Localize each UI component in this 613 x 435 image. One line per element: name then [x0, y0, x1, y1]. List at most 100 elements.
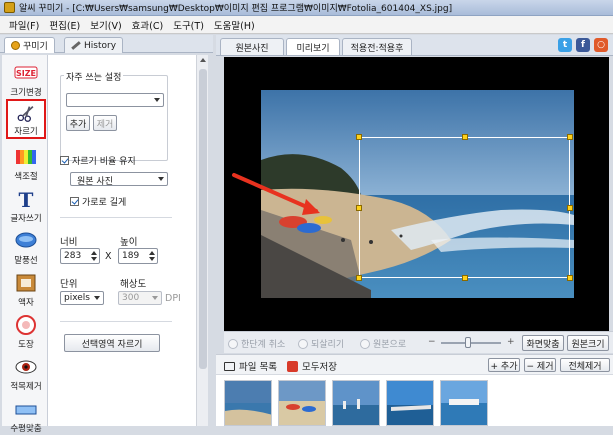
original-icon — [360, 338, 370, 349]
tab-history[interactable]: History — [64, 37, 124, 53]
presets-dropdown[interactable] — [66, 93, 164, 107]
menu-help[interactable]: 도움말(H) — [209, 18, 260, 32]
crop-handle-bottom-right[interactable] — [567, 275, 573, 281]
menu-edit[interactable]: 편집(E) — [44, 18, 85, 32]
tab-before-after[interactable]: 적용전:적용후 — [342, 38, 412, 55]
ratio-dropdown[interactable]: 원본 사진 — [70, 172, 168, 187]
tool-text[interactable]: T 글자쓰기 — [6, 185, 46, 225]
scroll-thumb[interactable] — [199, 69, 207, 369]
remove-all-button[interactable]: 전체제거 — [560, 358, 610, 372]
pencil-icon — [71, 41, 81, 50]
thumbnail-strip — [216, 375, 613, 426]
color-palette-icon — [16, 150, 36, 164]
twitter-icon[interactable]: t — [558, 38, 572, 52]
tool-redeye[interactable]: 적목제거 — [6, 353, 46, 393]
tool-crop[interactable]: 자르기 — [6, 99, 46, 139]
crop-handle-bottom-left[interactable] — [356, 275, 362, 281]
remove-preset-button[interactable]: 제거 — [93, 115, 117, 131]
tab-decorate[interactable]: 꾸미기 — [4, 37, 55, 53]
zoom-out-button[interactable]: − — [428, 337, 436, 347]
menu-view[interactable]: 보기(V) — [85, 18, 126, 32]
thumbnail-1[interactable] — [224, 380, 272, 426]
tool-color[interactable]: 색조절 — [6, 143, 46, 183]
landscape-label: 가로로 길게 — [82, 198, 127, 208]
divider — [60, 321, 172, 322]
left-tab-strip: 꾸미기 History — [0, 35, 213, 53]
scroll-up-icon[interactable] — [200, 58, 206, 62]
ring-icon[interactable]: ○ — [594, 38, 608, 52]
chevron-down-icon — [152, 296, 158, 300]
zoom-slider-track[interactable] — [441, 342, 501, 344]
add-preset-button[interactable]: 추가 — [66, 115, 90, 131]
tab-decorate-label: 꾸미기 — [23, 42, 48, 52]
spin-down-icon[interactable] — [91, 257, 97, 261]
file-list-bar: 파일 목록 모두저장 + 추가 − 제거 전체제거 — [216, 354, 613, 375]
original-size-button[interactable]: 원본크기 — [567, 335, 609, 351]
zoom-in-button[interactable]: + — [507, 337, 515, 347]
tool-balloon[interactable]: 말풍선 — [6, 227, 46, 267]
tool-redeye-label: 적목제거 — [10, 382, 42, 392]
crop-handle-left[interactable] — [356, 205, 362, 211]
file-list-label: 파일 목록 — [239, 362, 277, 373]
panel-scrollbar[interactable] — [196, 55, 208, 426]
height-stepper[interactable]: 189 — [118, 248, 158, 264]
thumbnail-2[interactable] — [278, 380, 326, 426]
crop-selection-button[interactable]: 선택영역 자르기 — [64, 334, 160, 352]
crop-handle-bottom[interactable] — [462, 275, 468, 281]
level-icon — [15, 405, 37, 415]
save-icon[interactable] — [286, 360, 298, 372]
svg-text:T: T — [19, 188, 34, 210]
speech-balloon-icon — [15, 232, 37, 248]
menu-file[interactable]: 파일(F) — [4, 18, 44, 32]
menu-effects[interactable]: 효과(C) — [127, 18, 169, 32]
file-list-title: 파일 목록 모두저장 — [224, 359, 337, 373]
tool-level[interactable]: 수평맞춤 — [6, 395, 46, 435]
landscape-checkbox[interactable]: 가로로 길게 — [70, 195, 126, 208]
remove-file-button[interactable]: − 제거 — [524, 358, 556, 372]
undo-button[interactable]: 한단계 취소 — [228, 337, 285, 350]
spin-up-icon[interactable] — [149, 251, 155, 255]
chevron-down-icon — [94, 296, 100, 300]
scissors-icon — [17, 105, 34, 122]
tool-text-label: 글자쓰기 — [10, 214, 42, 224]
times-sign: X — [105, 251, 112, 262]
zoom-slider-thumb[interactable] — [465, 337, 471, 348]
tool-stamp[interactable]: 도장 — [6, 311, 46, 351]
crop-handle-top-right[interactable] — [567, 134, 573, 140]
width-stepper[interactable]: 283 — [60, 248, 100, 264]
original-button[interactable]: 원본으로 — [360, 337, 406, 350]
width-value: 283 — [64, 251, 82, 261]
tool-crop-label: 자르기 — [14, 127, 38, 137]
crop-handle-right[interactable] — [567, 205, 573, 211]
redo-button[interactable]: 되살리기 — [298, 337, 344, 350]
add-file-button[interactable]: + 추가 — [488, 358, 520, 372]
spin-up-icon[interactable] — [91, 251, 97, 255]
image-canvas[interactable] — [224, 57, 609, 331]
spin-down-icon[interactable] — [149, 257, 155, 261]
save-all-button[interactable]: 모두저장 — [302, 359, 337, 373]
folder-icon — [224, 361, 235, 371]
title-bar: 알씨 꾸미기 - [C:₩Users₩samsung₩Desktop₩이미지 편… — [0, 0, 613, 16]
thumbnail-3[interactable] — [332, 380, 380, 426]
crop-handle-top-left[interactable] — [356, 134, 362, 140]
thumbnail-2-image — [279, 381, 325, 425]
menu-tools[interactable]: 도구(T) — [168, 18, 209, 32]
ratio-value: 원본 사진 — [77, 177, 113, 187]
tab-original[interactable]: 원본사진 — [220, 38, 284, 55]
tool-resize[interactable]: SIZE 크기변경 — [6, 59, 46, 99]
facebook-icon[interactable]: f — [576, 38, 590, 52]
height-value: 189 — [122, 251, 140, 261]
crop-selection-box[interactable] — [356, 134, 573, 281]
thumbnail-5[interactable] — [440, 380, 488, 426]
tab-preview[interactable]: 미리보기 — [286, 38, 340, 55]
crop-settings-panel: 자주 쓰는 설정 추가 제거 자르기 비율 유지 원본 사진 가로로 길게 너비… — [48, 55, 208, 426]
thumbnail-4[interactable] — [386, 380, 434, 426]
crop-handle-top[interactable] — [462, 134, 468, 140]
redo-label: 되살리기 — [311, 340, 345, 350]
unit-dropdown[interactable]: pixels — [60, 291, 104, 305]
tool-frame[interactable]: 액자 — [6, 269, 46, 309]
keep-ratio-checkbox[interactable]: 자르기 비율 유지 — [60, 154, 136, 167]
fit-screen-button[interactable]: 화면맞춤 — [522, 335, 564, 351]
resolution-dropdown[interactable]: 300 — [118, 291, 162, 305]
tab-history-label: History — [84, 40, 117, 51]
